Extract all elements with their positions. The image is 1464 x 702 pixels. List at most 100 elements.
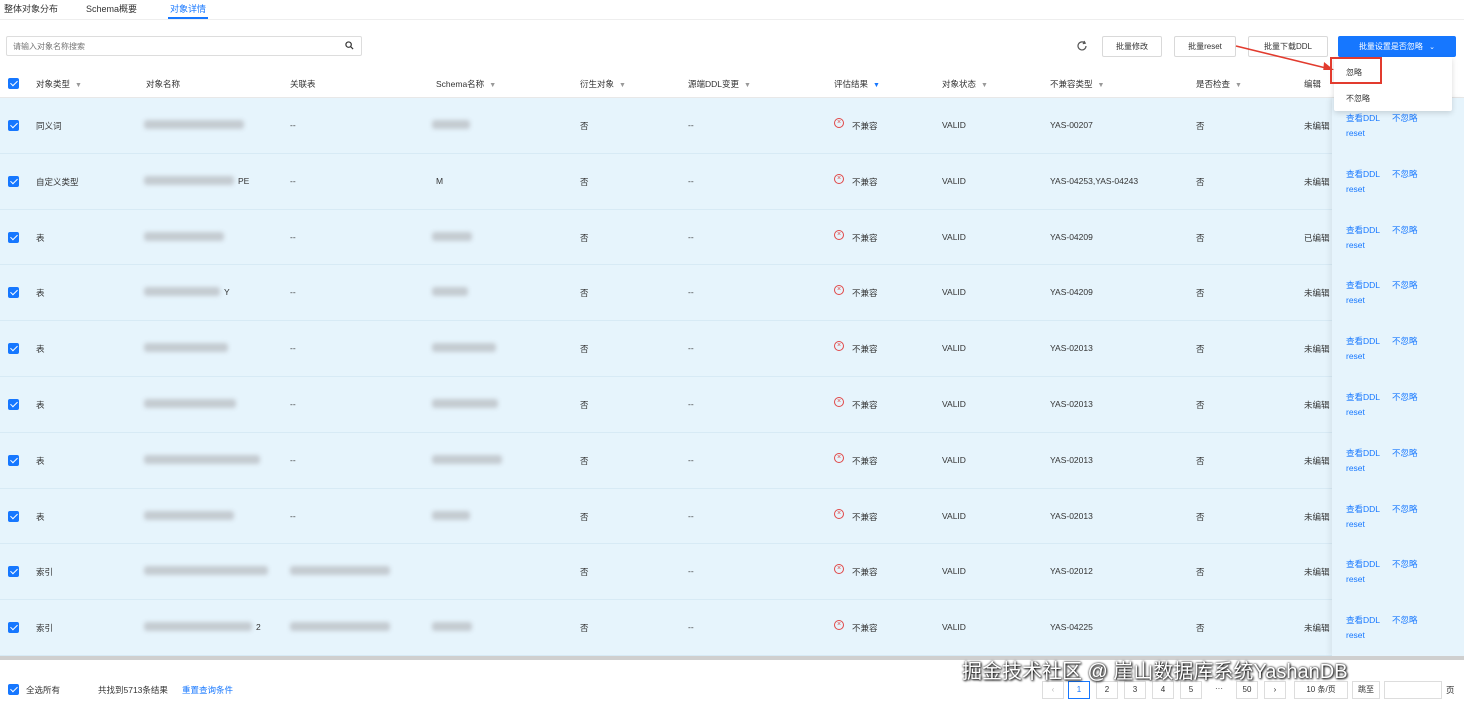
not-ignore-link[interactable]: 不忽略 <box>1392 503 1418 515</box>
filter-icon[interactable]: ▼ <box>1235 82 1242 89</box>
not-ignore-link[interactable]: 不忽略 <box>1392 224 1418 236</box>
search-input[interactable] <box>7 37 327 55</box>
table-row[interactable]: 表 -- 否 -- × 不兼容 VALID YAS-02013 否 未编辑 <box>0 321 1464 377</box>
row-checkbox[interactable] <box>8 622 19 634</box>
table-row[interactable]: 表 -- 否 -- × 不兼容 VALID YAS-02013 否 未编辑 <box>0 489 1464 545</box>
tab-schema-summary[interactable]: Schema概要 <box>86 2 137 15</box>
table-row[interactable]: 索引 2 否 -- × 不兼容 VALID YAS-04225 否 未编辑 <box>0 600 1464 656</box>
not-ignore-link[interactable]: 不忽略 <box>1392 168 1418 180</box>
view-ddl-link[interactable]: 查看DDL <box>1346 447 1380 459</box>
cell-object-type: 表 <box>36 400 45 410</box>
cell-is-checked: 否 <box>1196 288 1205 299</box>
reset-query-link[interactable]: 重置查询条件 <box>182 684 233 696</box>
view-ddl-link[interactable]: 查看DDL <box>1346 112 1380 124</box>
cell-eval-result: 不兼容 <box>852 400 878 410</box>
not-ignore-link[interactable]: 不忽略 <box>1392 391 1418 403</box>
total-results: 共找到5713条结果 <box>98 685 168 695</box>
not-ignore-link[interactable]: 不忽略 <box>1392 447 1418 459</box>
header-is-checked[interactable]: 是否检查 ▼ <box>1196 78 1242 90</box>
search-icon[interactable] <box>345 41 354 50</box>
row-checkbox[interactable] <box>8 175 19 187</box>
cell-schema-redacted <box>432 231 472 241</box>
header-incompat-type[interactable]: 不兼容类型 ▼ <box>1050 78 1104 90</box>
select-all-checkbox[interactable] <box>8 78 19 89</box>
cell-incompat-type: YAS-02012 <box>1050 566 1093 577</box>
tab-object-distribution[interactable]: 整体对象分布 <box>4 2 58 15</box>
table-row[interactable]: 表 -- 否 -- × 不兼容 VALID YAS-04209 否 已编辑 <box>0 210 1464 266</box>
row-checkbox[interactable] <box>8 399 19 410</box>
not-ignore-link[interactable]: 不忽略 <box>1392 335 1418 347</box>
row-checkbox[interactable] <box>8 454 19 466</box>
not-ignore-link[interactable]: 不忽略 <box>1392 558 1418 570</box>
reset-link[interactable]: reset <box>1346 630 1365 640</box>
filter-icon[interactable]: ▼ <box>744 82 751 89</box>
row-checkbox[interactable] <box>8 566 19 578</box>
view-ddl-link[interactable]: 查看DDL <box>1346 558 1380 570</box>
filter-icon[interactable]: ▼ <box>981 82 988 89</box>
row-checkbox[interactable] <box>8 510 19 522</box>
batch-set-ignore-button[interactable]: 批量设置是否忽略 ⌄ <box>1338 36 1456 57</box>
select-all-footer-checkbox[interactable] <box>8 684 19 695</box>
reset-link[interactable]: reset <box>1346 128 1365 138</box>
not-ignore-link[interactable]: 不忽略 <box>1392 279 1418 291</box>
row-checkbox[interactable] <box>8 287 19 299</box>
reset-link[interactable]: reset <box>1346 407 1365 417</box>
header-object-type[interactable]: 对象类型 ▼ <box>36 78 82 90</box>
header-schema-name[interactable]: Schema名称 ▼ <box>436 78 496 90</box>
reset-link[interactable]: reset <box>1346 351 1365 361</box>
jump-input[interactable] <box>1384 681 1442 699</box>
reset-link[interactable]: reset <box>1346 295 1365 305</box>
reset-link[interactable]: reset <box>1346 240 1365 250</box>
view-ddl-link[interactable]: 查看DDL <box>1346 168 1380 180</box>
error-icon: × <box>834 564 844 575</box>
filter-icon[interactable]: ▼ <box>619 82 626 89</box>
reset-link[interactable]: reset <box>1346 184 1365 194</box>
view-ddl-link[interactable]: 查看DDL <box>1346 614 1380 626</box>
filter-icon[interactable]: ▼ <box>75 82 82 89</box>
page: 整体对象分布 Schema概要 对象详情 批量修改 批量reset 批量下载DD… <box>0 0 1464 702</box>
cell-ddl-change: -- <box>688 399 694 409</box>
header-eval-result[interactable]: 评估结果 ▼ <box>834 78 880 90</box>
batch-modify-button[interactable]: 批量修改 <box>1102 36 1162 57</box>
table-body: 同义词 -- 否 -- × 不兼容 VALID YAS-00207 否未编辑 自定义类型 PE -- M… <box>0 98 1464 656</box>
reset-link[interactable]: reset <box>1346 574 1365 584</box>
view-ddl-link[interactable]: 查看DDL <box>1346 224 1380 236</box>
row-checkbox[interactable] <box>8 120 19 131</box>
row-checkbox[interactable] <box>8 343 19 355</box>
view-ddl-link[interactable]: 查看DDL <box>1346 335 1380 347</box>
menu-item-not-ignore[interactable]: 不忽略 <box>1346 93 1370 104</box>
menu-item-ignore[interactable]: 忽略 <box>1346 67 1362 78</box>
table-row[interactable]: 表 Y -- 否 -- × 不兼容 VALID YAS-04209 否 未编辑 <box>0 265 1464 322</box>
page-unit-label: 页 <box>1446 685 1455 695</box>
header-derived-object[interactable]: 衍生对象 ▼ <box>580 78 626 90</box>
watermark: 掘金技术社区 @ 崖山数据库系统YashanDB <box>962 661 1348 683</box>
table-row[interactable]: 表 -- 否 -- × 不兼容 VALID YAS-02013 否 未编辑 <box>0 433 1464 489</box>
table-row[interactable]: 表 -- 否 -- × 不兼容 VALID YAS-02013 否 未编辑 <box>0 377 1464 433</box>
table-header: 对象类型 ▼ 对象名称 关联表 Schema名称 ▼ 衍生对象 ▼ 源端DDL变更 ▼ … <box>0 70 1464 98</box>
tab-bar: 整体对象分布 Schema概要 对象详情 <box>0 0 1464 20</box>
filter-icon[interactable]: ▼ <box>1098 82 1105 89</box>
table-row[interactable]: 索引 否 -- × 不兼容 VALID YAS-02012 否 未编辑 <box>0 544 1464 601</box>
tab-object-details[interactable]: 对象详情 <box>170 2 206 15</box>
view-ddl-link[interactable]: 查看DDL <box>1346 391 1380 403</box>
batch-reset-button[interactable]: 批量reset <box>1174 36 1236 57</box>
reset-link[interactable]: reset <box>1346 463 1365 473</box>
row-checkbox[interactable] <box>8 231 19 243</box>
header-source-ddl-change[interactable]: 源端DDL变更 ▼ <box>688 78 751 90</box>
table-row[interactable]: 同义词 -- 否 -- × 不兼容 VALID YAS-00207 否 未编辑 <box>0 98 1464 154</box>
not-ignore-link[interactable]: 不忽略 <box>1392 614 1418 626</box>
reset-link[interactable]: reset <box>1346 519 1365 529</box>
cell-ddl-change: -- <box>688 454 694 465</box>
header-object-status[interactable]: 对象状态 ▼ <box>942 78 988 90</box>
filter-icon[interactable]: ▼ <box>873 82 880 89</box>
filter-icon[interactable]: ▼ <box>489 82 496 89</box>
cell-is-checked: 否 <box>1196 511 1205 522</box>
view-ddl-link[interactable]: 查看DDL <box>1346 503 1380 515</box>
table-row[interactable]: 自定义类型 PE -- M 否 -- × 不兼容 VALID YAS-04253,YAS-0424… <box>0 154 1464 210</box>
cell-edit-status: 未编辑 <box>1304 121 1330 131</box>
cell-incompat-type: YAS-00207 <box>1050 120 1093 130</box>
refresh-icon[interactable] <box>1076 40 1088 52</box>
not-ignore-link[interactable]: 不忽略 <box>1392 112 1418 124</box>
view-ddl-link[interactable]: 查看DDL <box>1346 279 1380 291</box>
cell-derived: 否 <box>580 288 589 299</box>
